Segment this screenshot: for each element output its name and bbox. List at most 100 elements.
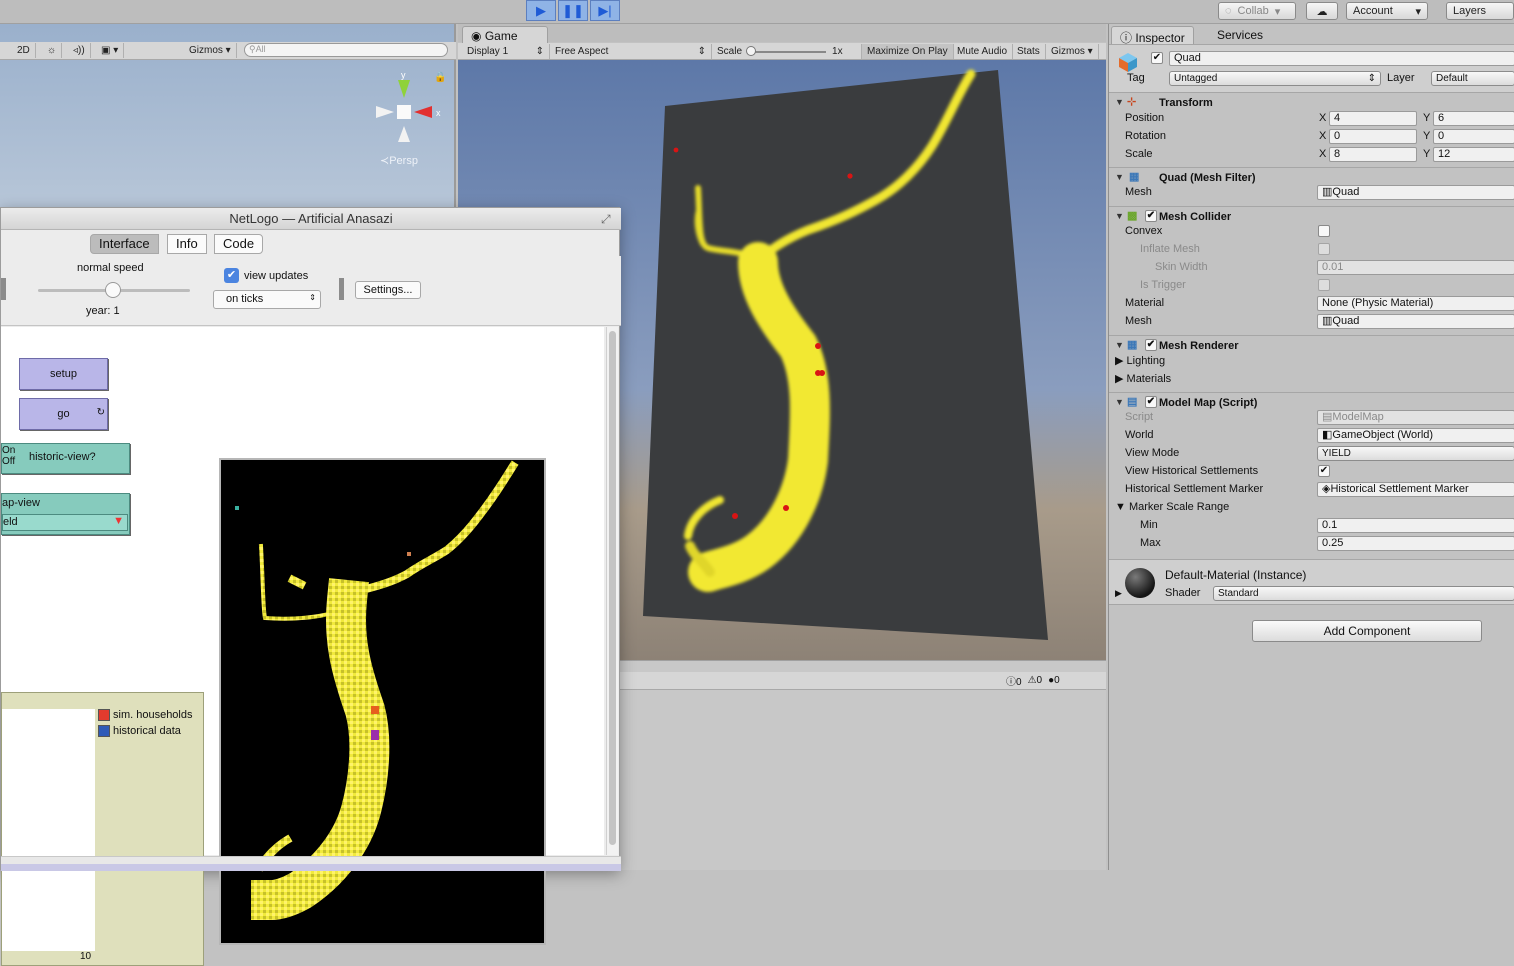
aspect-dropdown[interactable]: Free Aspect ⇕: [550, 44, 712, 59]
switch-label: historic-view?: [29, 451, 96, 463]
netlogo-scrollbar[interactable]: [606, 327, 618, 855]
marker-range-foldout[interactable]: ▼ Marker Scale Range: [1115, 501, 1229, 513]
collider-material-field[interactable]: None (Physic Material): [1317, 296, 1514, 311]
warning-counter[interactable]: ⚠0: [1028, 675, 1043, 686]
model-map-header[interactable]: ▼ ▤ ✔ Model Map (Script): [1109, 392, 1514, 412]
mesh-renderer-enabled-checkbox[interactable]: ✔: [1145, 339, 1157, 351]
collider-mesh-field[interactable]: ▥Quad: [1317, 314, 1514, 329]
audio-toggle[interactable]: ◃)): [68, 43, 91, 58]
rotation-y-field[interactable]: 0: [1433, 129, 1514, 144]
mesh-renderer-header[interactable]: ▼ ▦ ✔ Mesh Renderer: [1109, 335, 1514, 355]
house-marker: [371, 730, 379, 740]
error-counter[interactable]: ●0: [1048, 675, 1060, 686]
resize-bar[interactable]: [1, 856, 621, 864]
view-updates-checkbox[interactable]: ✔: [224, 268, 239, 283]
mesh-collider-header[interactable]: ▼ ▩ ✔ Mesh Collider: [1109, 206, 1514, 226]
lighting-foldout[interactable]: ▶ Lighting: [1115, 354, 1165, 367]
stats-toggle[interactable]: Stats: [1012, 44, 1046, 59]
info-counter[interactable]: ⓘ0: [1006, 673, 1022, 688]
scale-slider[interactable]: Scale 1x: [712, 44, 862, 59]
rotation-x-field[interactable]: 0: [1329, 129, 1417, 144]
scale-x-field[interactable]: 8: [1329, 147, 1417, 162]
scale-y-field[interactable]: 12: [1433, 147, 1514, 162]
neg-y-cone[interactable]: [398, 126, 410, 142]
mesh-collider-enabled-checkbox[interactable]: ✔: [1145, 210, 1157, 222]
scale-thumb[interactable]: [746, 45, 757, 56]
material-preview-icon: [1125, 568, 1155, 598]
convex-checkbox[interactable]: [1318, 225, 1330, 237]
neg-x-cone[interactable]: [376, 106, 394, 118]
scene-gizmos-dropdown[interactable]: Gizmos ▾: [184, 43, 237, 58]
min-field[interactable]: 0.1: [1317, 518, 1514, 533]
setup-button[interactable]: setup: [19, 358, 108, 390]
view-hist-checkbox[interactable]: ✔: [1318, 465, 1330, 477]
object-name-field[interactable]: Quad: [1169, 51, 1514, 66]
step-button[interactable]: ▶|: [590, 0, 620, 21]
tab-services[interactable]: Services: [1209, 26, 1271, 44]
persp-label[interactable]: ≺Persp: [380, 154, 418, 167]
y-axis-cone[interactable]: [398, 80, 410, 98]
layers-button[interactable]: Layers: [1446, 2, 1514, 20]
game-gizmos-dropdown[interactable]: Gizmos ▾: [1046, 44, 1099, 59]
settings-button[interactable]: Settings...: [355, 281, 421, 299]
tab-code[interactable]: Code: [214, 234, 264, 254]
shader-dropdown[interactable]: Standard: [1213, 586, 1514, 601]
position-label: Position: [1125, 112, 1165, 124]
skin-width-label: Skin Width: [1155, 261, 1208, 273]
tab-interface[interactable]: Interface: [90, 234, 159, 254]
tab-game[interactable]: ◉ Game: [462, 26, 548, 44]
effects-dropdown[interactable]: ▣ ▾: [96, 43, 125, 58]
marker-field[interactable]: ◈Historical Settlement Marker: [1317, 482, 1514, 497]
cloud-button[interactable]: ☁: [1306, 2, 1338, 20]
model-map-enabled-checkbox[interactable]: ✔: [1145, 396, 1157, 408]
legend-swatch-sim: [98, 709, 110, 721]
active-checkbox[interactable]: ✔: [1151, 52, 1163, 64]
collider-icon: ▩: [1127, 210, 1138, 222]
triangle-right-icon: ▶: [1115, 373, 1124, 385]
maximize-toggle[interactable]: Maximize On Play: [862, 44, 954, 59]
historic-view-switch[interactable]: On Off historic-view?: [1, 443, 130, 474]
world-view[interactable]: [219, 458, 546, 945]
position-y-field[interactable]: 6: [1433, 111, 1514, 126]
update-mode-dropdown[interactable]: on ticks ⇕: [213, 290, 321, 309]
mesh-filter-mesh-field[interactable]: ▥Quad: [1317, 185, 1514, 200]
lock-icon[interactable]: 🔒: [434, 71, 446, 83]
speed-slider-thumb[interactable]: [105, 282, 121, 298]
fullscreen-icon[interactable]: ⤢: [601, 212, 611, 227]
scene-search-input[interactable]: ⚲All: [244, 43, 448, 57]
netlogo-title[interactable]: NetLogo — Artificial Anasazi: [1, 208, 621, 230]
gizmo-center[interactable]: [397, 105, 411, 119]
layer-label: Layer: [1387, 72, 1415, 84]
add-component-button[interactable]: Add Component: [1252, 620, 1482, 642]
account-button[interactable]: Account ▾: [1346, 2, 1428, 20]
max-field[interactable]: 0.25: [1317, 536, 1514, 551]
collab-button[interactable]: ◌ Collab ▾: [1218, 2, 1296, 20]
play-button[interactable]: ▶: [526, 0, 556, 21]
transform-header[interactable]: ▼ ⊹ Transform: [1109, 92, 1514, 112]
2d-toggle[interactable]: 2D: [12, 43, 36, 58]
yield-map: [250, 460, 519, 921]
pause-button[interactable]: ❚❚: [558, 0, 588, 21]
materials-foldout[interactable]: ▶ Materials: [1115, 372, 1171, 385]
display-dropdown[interactable]: Display 1 ⇕: [462, 44, 550, 59]
scrollbar-thumb[interactable]: [609, 331, 616, 845]
position-x-field[interactable]: 4: [1329, 111, 1417, 126]
scale-track[interactable]: [746, 45, 827, 56]
chooser-value-box[interactable]: eld ▼: [2, 514, 128, 531]
map-view-chooser[interactable]: ap-view eld ▼: [1, 493, 130, 535]
world-field[interactable]: ◧GameObject (World): [1317, 428, 1514, 443]
tag-dropdown[interactable]: Untagged ⇕: [1169, 71, 1381, 86]
mute-toggle[interactable]: Mute Audio: [952, 44, 1014, 59]
x-axis-cone[interactable]: [414, 106, 432, 118]
view-mode-dropdown[interactable]: YIELD: [1317, 446, 1514, 461]
layer-dropdown[interactable]: Default: [1431, 71, 1514, 86]
speed-slider[interactable]: [38, 282, 190, 298]
scene-gizmo[interactable]: y x 🔒: [370, 66, 450, 166]
go-button[interactable]: go ↻: [19, 398, 108, 430]
tab-info[interactable]: Info: [167, 234, 207, 254]
tab-inspector[interactable]: ⓘ Inspector: [1111, 26, 1194, 45]
triangle-right-icon[interactable]: ▶: [1115, 588, 1122, 599]
mesh-filter-header[interactable]: ▼ ▦ Quad (Mesh Filter): [1109, 167, 1514, 187]
lighting-toggle[interactable]: ☼: [42, 43, 63, 58]
position-x-label: X: [1319, 112, 1327, 124]
